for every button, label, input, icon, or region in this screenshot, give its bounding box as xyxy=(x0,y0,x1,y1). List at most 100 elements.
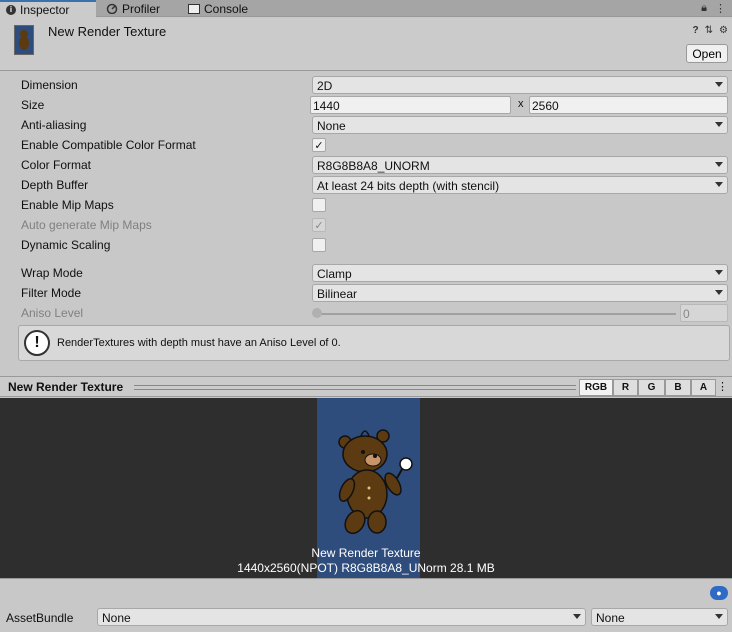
chevron-down-icon xyxy=(573,614,581,619)
chevron-down-icon xyxy=(715,290,723,295)
dimension-row: Dimension 2D xyxy=(0,75,732,95)
asset-bundle-bar: ● AssetBundle None None xyxy=(0,578,732,632)
lock-icon[interactable]: 🔒︎ xyxy=(701,2,707,15)
wrap-mode-row: Wrap Mode Clamp xyxy=(0,263,732,283)
chevron-down-icon xyxy=(715,182,723,187)
size-height-field[interactable]: 2560 xyxy=(529,96,728,114)
aniso-level-value: 0 xyxy=(683,307,690,321)
wrap-mode-value: Clamp xyxy=(317,267,352,281)
auto-mips-label: Auto generate Mip Maps xyxy=(21,218,152,232)
gear-icon[interactable]: ⚙ xyxy=(719,25,728,36)
dimension-value: 2D xyxy=(317,79,333,93)
chevron-down-icon xyxy=(715,162,723,167)
depth-buffer-label: Depth Buffer xyxy=(21,178,89,192)
kebab-menu-icon[interactable]: ⋮ xyxy=(715,2,726,15)
dynamic-scaling-label: Dynamic Scaling xyxy=(21,238,111,252)
color-format-label: Color Format xyxy=(21,158,92,172)
size-width-value: 1440 xyxy=(313,99,340,113)
anti-aliasing-row: Anti-aliasing None xyxy=(0,115,732,135)
anti-aliasing-value: None xyxy=(317,119,346,133)
preview-texture-info: 1440x2560(NPOT) R8G8B8A8_UNorm 28.1 MB xyxy=(237,561,495,575)
size-separator: x xyxy=(518,98,524,110)
open-button[interactable]: Open xyxy=(686,44,728,63)
chevron-down-icon xyxy=(715,82,723,87)
tab-bar: i Inspector Profiler Console 🔒︎ ⋮ xyxy=(0,0,732,18)
compat-format-checkbox[interactable]: ✓ xyxy=(312,138,326,152)
help-icon[interactable]: ? xyxy=(693,25,699,36)
color-format-dropdown[interactable]: R8G8B8A8_UNORM xyxy=(312,156,728,174)
tab-inspector[interactable]: i Inspector xyxy=(0,0,96,18)
preview-title: New Render Texture xyxy=(8,380,124,394)
kebab-menu-icon[interactable]: ⋮ xyxy=(717,380,728,393)
checkmark-icon: ✓ xyxy=(314,139,324,152)
tab-profiler[interactable]: Profiler xyxy=(100,0,166,17)
wrap-mode-label: Wrap Mode xyxy=(21,266,83,280)
help-box: ! RenderTextures with depth must have an… xyxy=(18,325,730,361)
filter-mode-dropdown[interactable]: Bilinear xyxy=(312,284,728,302)
dimension-label: Dimension xyxy=(21,78,78,92)
aniso-level-label: Aniso Level xyxy=(21,306,84,320)
asset-bundle-name-dropdown[interactable]: None xyxy=(97,608,586,626)
depth-buffer-value: At least 24 bits depth (with stencil) xyxy=(317,179,500,193)
depth-buffer-dropdown[interactable]: At least 24 bits depth (with stencil) xyxy=(312,176,728,194)
channel-rgb-button[interactable]: RGB xyxy=(579,379,613,396)
depth-buffer-row: Depth Buffer At least 24 bits depth (wit… xyxy=(0,175,732,195)
inspector-header: New Render Texture ? ⇅ ⚙ Open xyxy=(0,18,732,71)
anti-aliasing-dropdown[interactable]: None xyxy=(312,116,728,134)
size-label: Size xyxy=(21,98,45,112)
wrap-mode-dropdown[interactable]: Clamp xyxy=(312,264,728,282)
channel-a-button[interactable]: A xyxy=(691,379,716,396)
filter-mode-label: Filter Mode xyxy=(21,286,82,300)
dynamic-scaling-checkbox[interactable] xyxy=(312,238,326,252)
warning-icon: ! xyxy=(24,330,50,356)
header-icons: ? ⇅ ⚙ xyxy=(693,25,728,36)
tab-label: Inspector xyxy=(20,3,70,17)
color-format-row: Color Format R8G8B8A8_UNORM xyxy=(0,155,732,175)
checkmark-icon: ✓ xyxy=(314,219,324,232)
chevron-down-icon xyxy=(715,614,723,619)
auto-mips-row: Auto generate Mip Maps ✓ xyxy=(0,215,732,235)
tag-icon[interactable]: ● xyxy=(710,586,728,600)
properties-panel: Dimension 2D Size 1440 x 2560 Anti-alias… xyxy=(0,72,732,376)
console-icon xyxy=(188,3,200,14)
size-width-field[interactable]: 1440 xyxy=(310,96,511,114)
channel-b-button[interactable]: B xyxy=(665,379,691,396)
preview-resize-grip[interactable] xyxy=(134,385,576,390)
info-icon: i xyxy=(6,5,16,15)
asset-bundle-label: AssetBundle xyxy=(6,611,74,625)
asset-bundle-variant-dropdown[interactable]: None xyxy=(591,608,728,626)
texture-thumbnail xyxy=(14,25,34,55)
compat-format-label: Enable Compatible Color Format xyxy=(21,138,196,152)
aniso-level-field: 0 xyxy=(680,304,728,322)
filter-mode-row: Filter Mode Bilinear xyxy=(0,283,732,303)
tab-controls: 🔒︎ ⋮ xyxy=(701,2,726,15)
auto-mips-checkbox: ✓ xyxy=(312,218,326,232)
asset-bundle-name-value: None xyxy=(102,611,131,625)
texture-preview: New Render Texture 1440x2560(NPOT) R8G8B… xyxy=(0,398,732,578)
preset-icon[interactable]: ⇅ xyxy=(705,25,713,36)
dynamic-scaling-row: Dynamic Scaling xyxy=(0,235,732,255)
anti-aliasing-label: Anti-aliasing xyxy=(21,118,87,132)
asset-title: New Render Texture xyxy=(48,24,167,39)
filter-mode-value: Bilinear xyxy=(317,287,358,301)
tab-console[interactable]: Console xyxy=(182,0,254,17)
compat-format-row: Enable Compatible Color Format ✓ xyxy=(0,135,732,155)
aniso-level-row: Aniso Level 0 xyxy=(0,303,732,323)
mip-maps-checkbox[interactable] xyxy=(312,198,326,212)
channel-r-button[interactable]: R xyxy=(613,379,638,396)
color-format-value: R8G8B8A8_UNORM xyxy=(317,159,430,173)
mip-maps-row: Enable Mip Maps xyxy=(0,195,732,215)
preview-header: New Render Texture RGB R G B A ⋮ xyxy=(0,376,732,397)
mip-maps-label: Enable Mip Maps xyxy=(21,198,114,212)
size-height-value: 2560 xyxy=(532,99,559,113)
size-row: Size 1440 x 2560 xyxy=(0,95,732,115)
tab-label: Console xyxy=(204,1,249,16)
channel-g-button[interactable]: G xyxy=(638,379,665,396)
dimension-dropdown[interactable]: 2D xyxy=(312,76,728,94)
aniso-slider-track xyxy=(316,313,676,315)
preview-texture-name: New Render Texture xyxy=(311,546,421,560)
aniso-slider-knob xyxy=(312,308,322,318)
chevron-down-icon xyxy=(715,270,723,275)
tab-label: Profiler xyxy=(122,1,161,16)
chevron-down-icon xyxy=(715,122,723,127)
